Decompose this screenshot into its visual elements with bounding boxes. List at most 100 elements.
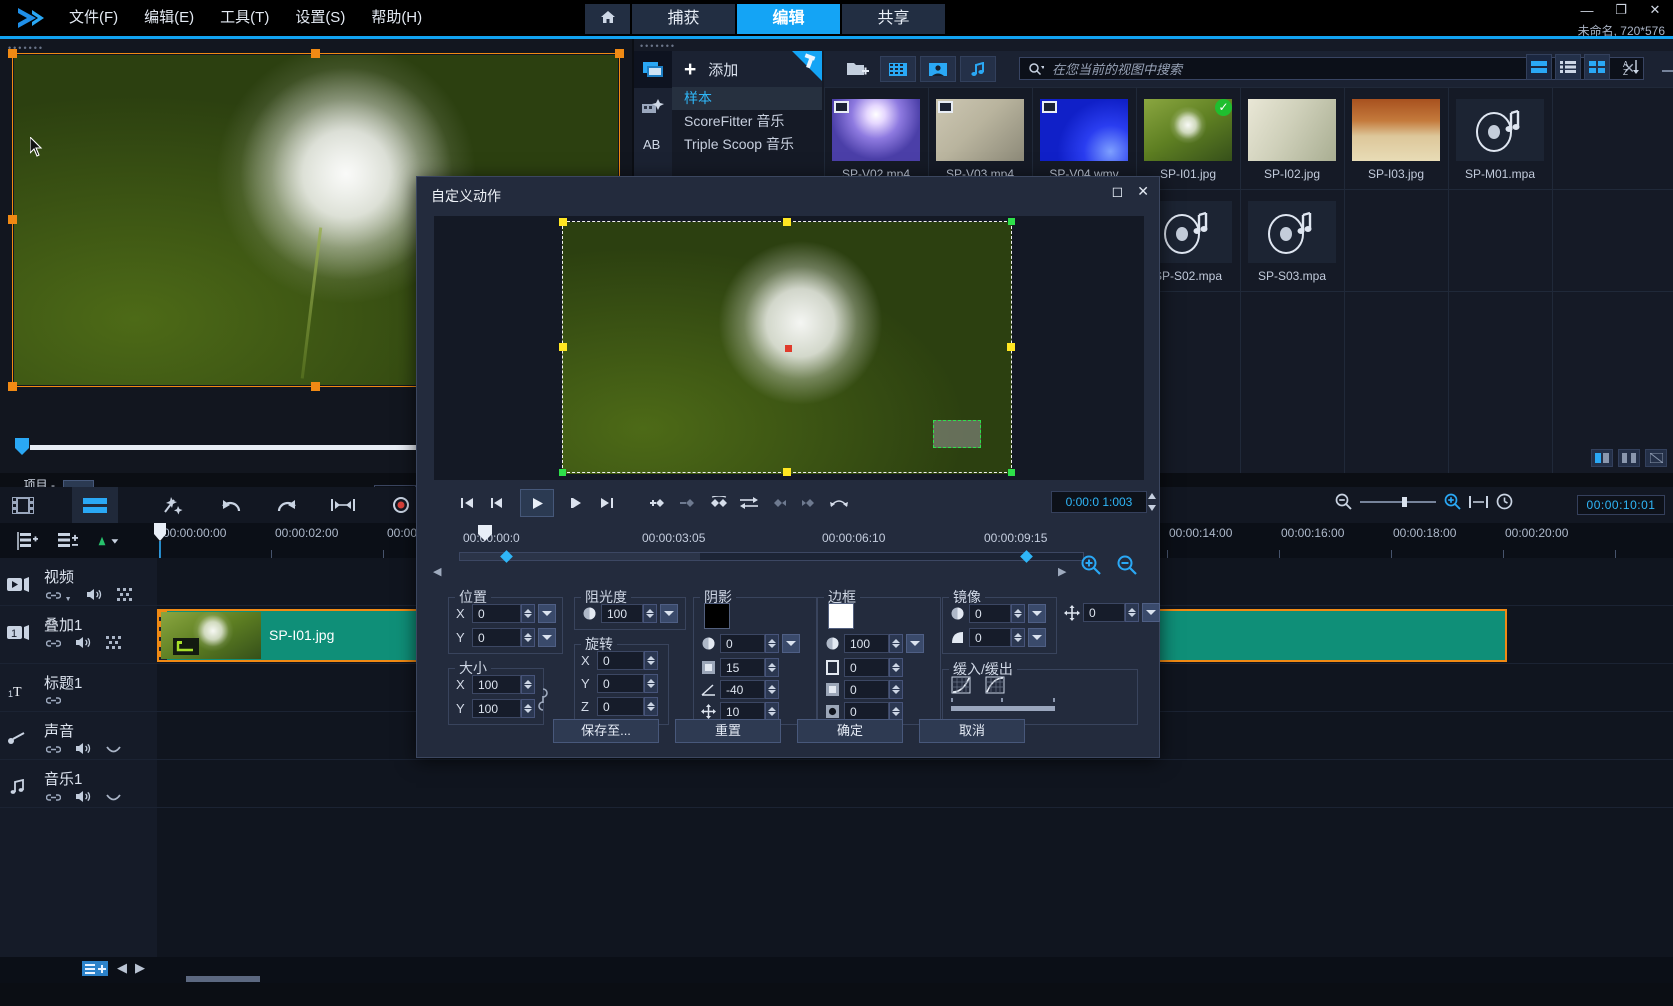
library-category-sample[interactable]: 样本 [672, 87, 822, 110]
dialog-prev-frame-button[interactable] [482, 490, 512, 516]
mirror-keyframes-button[interactable] [734, 490, 764, 516]
keyframe-track[interactable] [434, 549, 1144, 563]
position-x-input[interactable] [472, 604, 521, 623]
position-x-dropdown-icon[interactable] [538, 604, 556, 623]
import-folder-icon[interactable] [840, 56, 876, 82]
dialog-goto-end-button[interactable] [592, 490, 622, 516]
keyframe-zoom-out-icon[interactable] [1117, 555, 1137, 575]
track-body[interactable] [157, 760, 1673, 807]
remove-keyframe-button[interactable] [674, 490, 704, 516]
track-mix-icon[interactable] [106, 636, 121, 652]
library-item[interactable]: SP-S03.mpa [1240, 189, 1344, 291]
sort-button[interactable]: A Z [1619, 54, 1645, 80]
library-item-selected[interactable]: ✓ SP-I01.jpg [1136, 87, 1240, 189]
library-expand-icon[interactable] [1645, 449, 1667, 467]
track-link-icon[interactable] [45, 791, 62, 806]
library-item[interactable]: SP-I03.jpg [1344, 87, 1448, 189]
rotate-y-input[interactable] [597, 674, 644, 693]
size-x-input[interactable] [472, 675, 521, 694]
shadow-opacity-input[interactable] [720, 634, 765, 653]
track-mute-icon[interactable] [75, 790, 92, 806]
cancel-button[interactable]: 取消 [919, 719, 1025, 743]
border-opacity-spinner[interactable] [844, 634, 903, 653]
reverse-keyframes-button[interactable] [704, 490, 734, 516]
track-mute-icon[interactable] [86, 588, 103, 604]
dialog-close-icon[interactable]: ✕ [1137, 183, 1149, 200]
track-link-icon[interactable] [45, 637, 62, 652]
shadow-softness-stepper[interactable] [765, 658, 779, 677]
track-header[interactable]: 1 T 标题1 [0, 664, 157, 711]
opacity-spinner[interactable] [601, 604, 657, 623]
size-y-stepper[interactable] [521, 699, 535, 718]
border-thickness-spinner[interactable] [844, 658, 903, 677]
library-item[interactable]: SP-V03.mp4 [928, 87, 1032, 189]
library-view-toggle-2[interactable] [1618, 449, 1640, 467]
copy-next-keyframe-button[interactable] [794, 490, 824, 516]
close-icon[interactable]: ✕ [1645, 2, 1665, 18]
reset-button[interactable]: 重置 [675, 719, 781, 743]
rotate-x-spinner[interactable] [597, 651, 658, 670]
keyframe-marker[interactable] [1020, 550, 1033, 563]
timeline-horizontal-scrollbar[interactable] [186, 976, 260, 982]
position-y-stepper[interactable] [521, 628, 535, 647]
shadow-color-swatch[interactable] [704, 603, 730, 629]
keyframe-bar[interactable] [459, 550, 1084, 563]
library-drag-grip[interactable]: ••••••• [640, 41, 676, 51]
track-fade-icon[interactable] [106, 743, 121, 758]
position-x-spinner[interactable] [472, 604, 535, 623]
library-item[interactable]: SP-M01.mpa [1448, 87, 1552, 189]
save-as-button[interactable]: 保存至... [553, 719, 659, 743]
shadow-angle-stepper[interactable] [765, 680, 779, 699]
position-y-spinner[interactable] [472, 628, 535, 647]
mirror-opacity-stepper[interactable] [1011, 604, 1025, 623]
scroll-right-icon[interactable]: ▶ [132, 960, 148, 976]
minimize-icon[interactable]: — [1577, 3, 1597, 18]
size-link-icon[interactable] [537, 687, 550, 715]
dialog-goto-start-button[interactable] [452, 490, 482, 516]
mirror-corner-spinner[interactable] [969, 628, 1025, 647]
track-filter-icon[interactable] [96, 530, 120, 552]
track-link-icon[interactable] [45, 743, 62, 758]
track-header[interactable]: 1 叠加1 [0, 606, 157, 663]
track-header[interactable]: 声音 [0, 712, 157, 759]
view-large-thumbnail[interactable] [1526, 54, 1552, 80]
view-list[interactable] [1555, 54, 1581, 80]
mirror-opacity-input[interactable] [969, 604, 1011, 623]
clock-icon[interactable] [1496, 493, 1513, 510]
library-tab-media[interactable] [634, 51, 672, 88]
fit-project-icon[interactable] [1469, 495, 1488, 509]
border-inner-input[interactable] [844, 680, 889, 699]
library-category-triplescoop[interactable]: Triple Scoop 音乐 [672, 133, 822, 156]
redo-button[interactable] [264, 487, 310, 523]
track-header[interactable]: 音乐1 [0, 760, 157, 807]
filter-video-icon[interactable] [880, 56, 916, 82]
ease-slider-track[interactable] [951, 706, 1055, 711]
keyframe-zoom-in-icon[interactable] [1081, 555, 1101, 575]
scroll-left-icon[interactable]: ◀ [114, 960, 130, 976]
rotate-z-input[interactable] [597, 697, 644, 716]
mirror-offset-spinner[interactable] [1083, 603, 1139, 622]
position-y-dropdown-icon[interactable] [538, 628, 556, 647]
rotate-x-stepper[interactable] [644, 651, 658, 670]
border-opacity-stepper[interactable] [889, 634, 903, 653]
ok-button[interactable]: 确定 [797, 719, 903, 743]
size-y-input[interactable] [472, 699, 521, 718]
timeline-zoom-slider[interactable] [1360, 496, 1436, 507]
opacity-dropdown-icon[interactable] [660, 604, 678, 623]
timeline-timecode[interactable]: 00:00:10:01 [1577, 495, 1665, 515]
dialog-timecode[interactable]: 0:00:0 1:003 [1051, 491, 1147, 513]
track-header[interactable]: 视频 ▼ [0, 558, 157, 605]
shadow-opacity-stepper[interactable] [765, 634, 779, 653]
shadow-angle-input[interactable] [720, 680, 765, 699]
add-track-button[interactable] [82, 961, 108, 976]
dialog-play-button[interactable] [520, 489, 554, 517]
zoom-in-icon[interactable] [1444, 493, 1461, 510]
rotate-z-stepper[interactable] [644, 697, 658, 716]
menu-file[interactable]: 文件(F) [56, 0, 131, 36]
track-manager-icon[interactable] [16, 530, 40, 552]
size-x-stepper[interactable] [521, 675, 535, 694]
search-input[interactable]: 在您当前的视图中搜索 [1052, 59, 1182, 78]
dialog-next-frame-button[interactable] [562, 490, 592, 516]
add-keyframe-button[interactable] [644, 490, 674, 516]
scrubber-handle[interactable] [14, 437, 30, 456]
